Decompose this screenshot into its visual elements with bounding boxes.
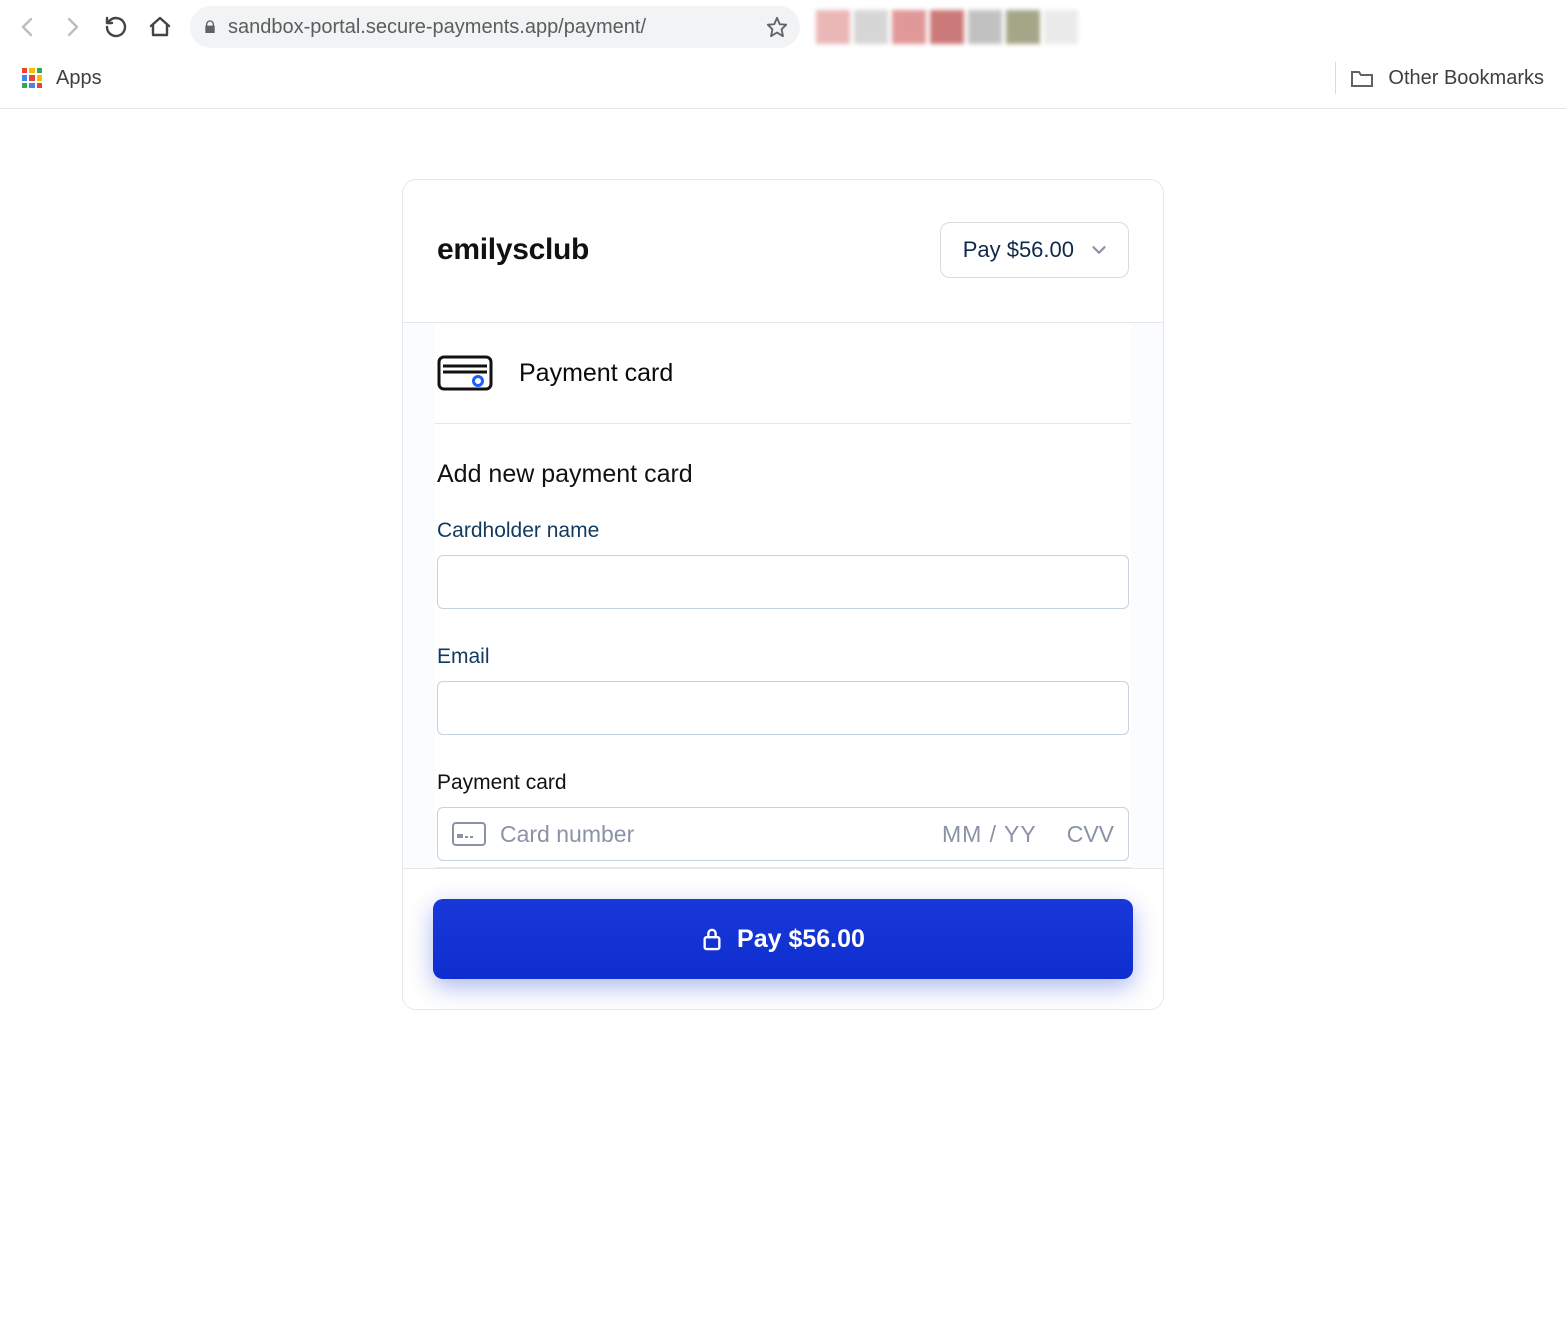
pay-button-label: Pay $56.00: [737, 925, 865, 954]
home-icon[interactable]: [146, 13, 174, 41]
payment-method-header: Payment card: [435, 323, 1131, 424]
cardholder-label: Cardholder name: [437, 519, 1129, 543]
payment-form: Add new payment card Cardholder name Ema…: [435, 424, 1131, 867]
checkout-card: emilysclub Pay $56.00: [402, 179, 1164, 1010]
omnibox-url: sandbox-portal.secure-payments.app/payme…: [228, 16, 756, 39]
email-label: Email: [437, 645, 1129, 669]
payment-card-label: Payment card: [437, 771, 1129, 795]
apps-icon[interactable]: [22, 68, 42, 88]
mini-card-icon: [452, 822, 486, 846]
lock-icon: [701, 926, 723, 952]
merchant-name: emilysclub: [437, 233, 589, 267]
reload-icon[interactable]: [102, 13, 130, 41]
apps-label[interactable]: Apps: [56, 67, 102, 90]
page-surface: emilysclub Pay $56.00: [0, 109, 1566, 1070]
star-icon[interactable]: [766, 16, 788, 38]
expiry-placeholder: MM / YY: [942, 821, 1037, 848]
address-bar[interactable]: sandbox-portal.secure-payments.app/payme…: [190, 6, 800, 48]
card-icon: [437, 353, 493, 393]
section-heading: Add new payment card: [437, 460, 1129, 489]
card-number-placeholder: Card number: [500, 821, 928, 848]
folder-icon: [1350, 68, 1374, 88]
cardholder-input[interactable]: [437, 555, 1129, 609]
browser-chrome: sandbox-portal.secure-payments.app/payme…: [0, 0, 1566, 109]
lock-icon: [202, 19, 218, 35]
email-input[interactable]: [437, 681, 1129, 735]
other-bookmarks-label[interactable]: Other Bookmarks: [1388, 67, 1544, 90]
back-icon[interactable]: [14, 13, 42, 41]
chevron-down-icon: [1088, 239, 1110, 261]
card-number-row[interactable]: Card number MM / YY CVV: [437, 807, 1129, 861]
extensions-area: [816, 10, 1078, 44]
payment-method-title: Payment card: [519, 359, 673, 388]
checkout-header: emilysclub Pay $56.00: [403, 180, 1163, 323]
pay-button[interactable]: Pay $56.00: [433, 899, 1133, 979]
cvv-placeholder: CVV: [1067, 821, 1114, 848]
bookmarks-divider: [1335, 62, 1336, 94]
order-summary-toggle[interactable]: Pay $56.00: [940, 222, 1129, 278]
forward-icon[interactable]: [58, 13, 86, 41]
order-summary-label: Pay $56.00: [963, 237, 1074, 263]
